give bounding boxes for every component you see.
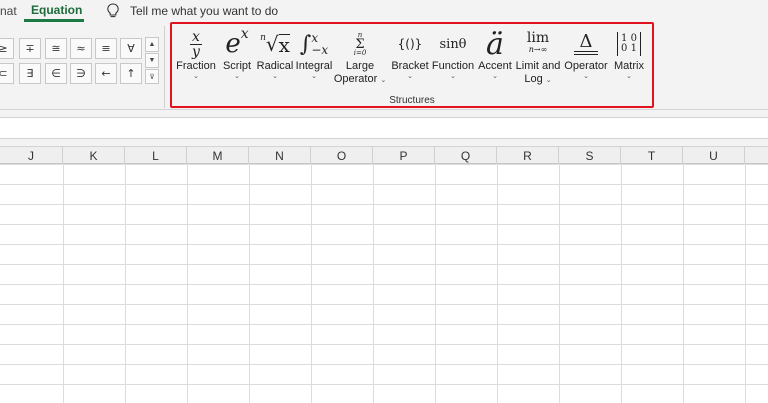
grid-line xyxy=(559,164,560,403)
symbol-greater-equal[interactable]: ≥ xyxy=(0,38,14,59)
column-header-l[interactable]: L xyxy=(125,147,187,164)
symbol-contains[interactable]: ∋ xyxy=(70,63,92,84)
grid-line xyxy=(249,164,250,403)
column-header-o[interactable]: O xyxy=(311,147,373,164)
formula-bar-input[interactable] xyxy=(0,117,768,139)
column-header-k[interactable]: K xyxy=(63,147,125,164)
column-header-t[interactable]: T xyxy=(621,147,683,164)
symbol-identical[interactable]: ≡ xyxy=(95,38,117,59)
equation-ribbon: ≥ ∓ ≅ ≈ ≡ ∀ ⊂ ∃ ∈ ∋ ← ↑ ▲ ▼ ⊽ x y Fracti… xyxy=(0,22,768,110)
structures-highlight-box xyxy=(170,22,654,108)
column-header-m[interactable]: M xyxy=(187,147,249,164)
gallery-scroll-up-button[interactable]: ▲ xyxy=(145,37,159,52)
tell-me-search[interactable]: Tell me what you want to do xyxy=(130,4,278,18)
column-header-r[interactable]: R xyxy=(497,147,559,164)
symbol-approx[interactable]: ≈ xyxy=(70,38,92,59)
ribbon-divider xyxy=(164,26,165,108)
symbol-gallery-scroll: ▲ ▼ ⊽ xyxy=(145,37,159,85)
tab-format[interactable]: nat xyxy=(0,4,17,18)
symbol-element-of[interactable]: ∈ xyxy=(45,63,67,84)
column-header-p[interactable]: P xyxy=(373,147,435,164)
column-header-n[interactable]: N xyxy=(249,147,311,164)
grid-line xyxy=(311,164,312,403)
symbol-exists[interactable]: ∃ xyxy=(19,63,41,84)
ribbon-tab-bar: nat Equation Tell me what you want to do xyxy=(0,0,768,22)
gallery-more-button[interactable]: ⊽ xyxy=(145,69,159,84)
grid-line xyxy=(497,164,498,403)
symbol-congruent[interactable]: ≅ xyxy=(45,38,67,59)
grid-line xyxy=(683,164,684,403)
grid-line xyxy=(621,164,622,403)
symbol-left-arrow[interactable]: ← xyxy=(95,63,117,84)
grid-line xyxy=(187,164,188,403)
lightbulb-icon[interactable] xyxy=(106,3,120,19)
grid-line xyxy=(745,164,746,403)
column-header-j[interactable]: J xyxy=(0,147,63,164)
grid-line xyxy=(125,164,126,403)
cell-grid[interactable] xyxy=(0,164,768,403)
gallery-scroll-down-button[interactable]: ▼ xyxy=(145,53,159,68)
symbol-minus-plus[interactable]: ∓ xyxy=(19,38,41,59)
symbol-subset[interactable]: ⊂ xyxy=(0,63,14,84)
column-header-u[interactable]: U xyxy=(683,147,745,164)
symbol-for-all[interactable]: ∀ xyxy=(120,38,142,59)
symbol-up-arrow[interactable]: ↑ xyxy=(120,63,142,84)
column-header-q[interactable]: Q xyxy=(435,147,497,164)
column-header-s[interactable]: S xyxy=(559,147,621,164)
grid-line xyxy=(373,164,374,403)
grid-line xyxy=(435,164,436,403)
grid-line xyxy=(63,164,64,403)
column-header-row: J K L M N O P Q R S T U xyxy=(0,146,768,164)
